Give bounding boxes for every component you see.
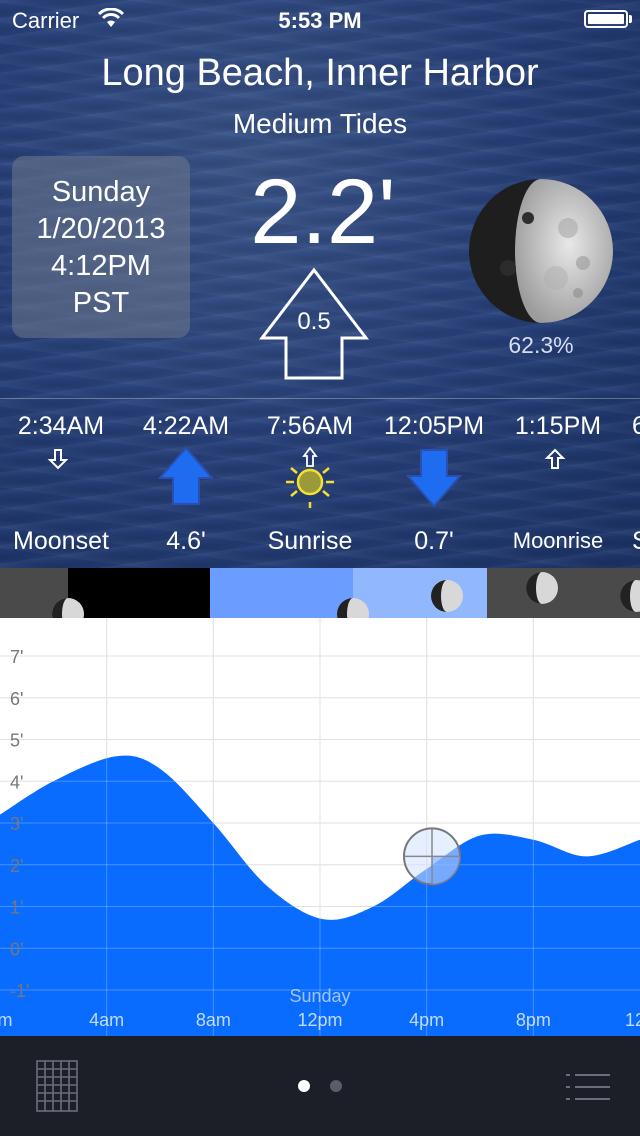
clock: 5:53 PM [278,8,362,33]
sunrise-icon [286,446,334,508]
events-strip[interactable]: 2:34AM Moonset 4:22AM 4.6' 7:56AM Sunris… [0,408,640,568]
y-tick-label: 6' [10,689,23,709]
event-label: Moonrise [512,528,604,553]
event-time: 7:56AM [266,412,354,440]
tide-level-label: Medium Tides [232,108,408,139]
moonrise-icon [544,448,573,509]
y-tick-label: 7' [10,647,23,667]
event-time: 2:34AM [17,412,105,440]
x-tick-label: 4am [89,1010,124,1030]
x-tick-label: 8am [196,1010,231,1030]
x-tick-label: 12pm [297,1010,342,1030]
tide-chart-svg[interactable]: 7' 6' 5' 4' 3' 2' 1' 0' -1' am 4am 8am 12pm 4pm 8pm 12a… [0,618,640,1036]
y-tick-label: 0' [10,939,23,959]
page-dot[interactable] [330,1080,342,1092]
event-label: 4.6' [166,527,206,555]
location-title[interactable]: Long Beach, Inner Harbor [0,52,640,95]
event-moonset[interactable]: 2:34AM Moonset [0,408,125,556]
moon-phase-icon [469,179,613,323]
moon-illumination: 62.3% [508,332,574,358]
tide-chart[interactable]: 7' 6' 5' 4' 3' 2' 1' 0' -1' am 4am 8am 12pm 4pm 8pm 12a… [0,618,640,1036]
event-label: Moonset [13,527,109,555]
day-label: Sunday [289,986,350,1006]
battery-icon [584,10,628,28]
moon-position-icons [52,572,640,618]
grid-icon[interactable] [36,1060,78,1112]
event-low-tide[interactable]: 12:05PM 0.7' [370,408,498,556]
tide-rate-value: 0.5 [297,308,331,335]
event-high-tide[interactable]: 4:22AM 4.6' [122,408,250,556]
event-sunrise[interactable]: 7:56AM Sunrise [246,408,374,556]
current-tide-height: 2.2' [250,161,396,263]
x-tick-label: 8pm [516,1010,551,1030]
x-tick-label: 4pm [409,1010,444,1030]
y-tick-label: 2' [10,856,23,876]
event-time: 4:22AM [142,412,230,440]
low-tide-arrow-icon [406,449,462,508]
high-tide-arrow-icon [158,446,214,505]
timezone-label: PST [72,287,130,319]
y-tick-label: 4' [10,772,23,792]
time-label: 4:12PM [51,250,151,282]
day-label: Sunday [51,176,151,208]
moon-icon [620,580,640,612]
list-icon[interactable] [566,1072,610,1102]
event-moonrise[interactable]: 1:15PM Moonrise [494,408,622,556]
moon-icon [431,580,463,612]
moon-icon [337,598,369,618]
tide-rate-arrow: 0.5 [258,266,370,382]
event-partial[interactable]: 6 S [632,408,640,556]
event-time: 6 [632,412,640,440]
divider [0,398,640,399]
event-label: S [632,526,640,556]
y-tick-label: 5' [10,731,23,751]
status-bar: Carrier 5:53 PM [0,0,640,40]
y-tick-label: -1' [10,981,29,1001]
bottom-toolbar [0,1036,640,1136]
event-label: Sunrise [267,527,353,555]
event-label: 0.7' [414,527,454,555]
event-time: 12:05PM [383,412,485,440]
moonset-icon [47,449,76,509]
moon-icon [52,598,84,618]
x-tick-label: am [0,1010,13,1030]
date-label: 1/20/2013 [36,213,166,245]
moon-icon [526,572,558,604]
y-tick-label: 3' [10,814,23,834]
date-box[interactable]: Sunday 1/20/2013 4:12PM PST [12,156,190,338]
y-tick-label: 1' [10,898,23,918]
day-night-strip [0,568,640,618]
x-tick-label: 12a [625,1010,640,1030]
event-time: 1:15PM [514,412,602,440]
page-dot-active[interactable] [298,1080,310,1092]
